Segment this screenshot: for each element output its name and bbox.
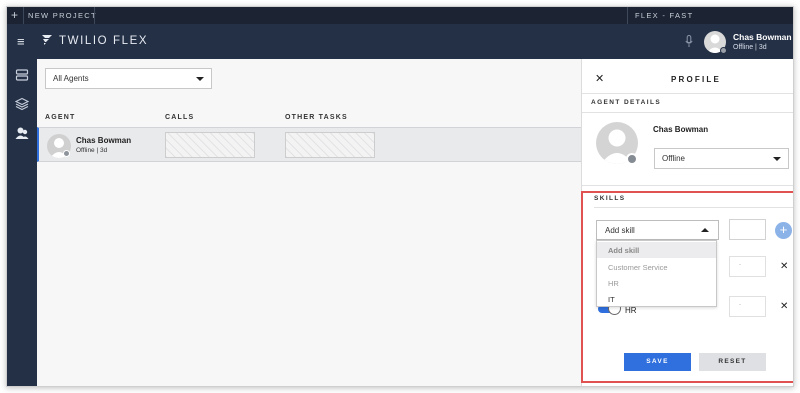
plus-icon[interactable]: +	[11, 8, 19, 22]
layers-icon[interactable]	[15, 97, 29, 111]
status-select-value: Offline	[662, 154, 685, 163]
skill-level-placeholder: -	[739, 262, 741, 268]
agent-filter-value: All Agents	[53, 74, 89, 83]
divider	[582, 112, 793, 113]
reset-button[interactable]: RESET	[699, 353, 766, 371]
skill-level-input[interactable]: -	[729, 296, 766, 317]
table-row[interactable]: Chas Bowman Offline | 3d	[37, 127, 581, 162]
dropdown-option[interactable]: Customer Service	[597, 259, 716, 275]
app-window: + NEW PROJECT FLEX - FAST ≡ TWILIO FLEX …	[6, 6, 794, 387]
caret-down-icon	[773, 157, 781, 161]
other-tasks-placeholder	[285, 132, 375, 158]
add-skill-value: Add skill	[605, 226, 635, 235]
agent-name: Chas Bowman	[76, 136, 132, 145]
skill-level-input[interactable]	[729, 219, 766, 240]
hamburger-menu-icon[interactable]: ≡	[17, 34, 25, 49]
skill-level-placeholder: -	[739, 302, 741, 308]
save-button[interactable]: SAVE	[624, 353, 691, 371]
remove-skill-icon[interactable]: ✕	[780, 301, 788, 312]
status-select[interactable]: Offline	[654, 148, 789, 169]
remove-skill-icon[interactable]: ✕	[780, 261, 788, 272]
side-nav	[7, 59, 37, 386]
main-panel: All Agents AGENT CALLS OTHER TASKS Chas …	[37, 59, 581, 386]
divider	[23, 7, 24, 24]
dropdown-option[interactable]: IT	[597, 291, 716, 307]
divider	[627, 7, 628, 24]
dropdown-option[interactable]: HR	[597, 275, 716, 291]
layers-stack-icon[interactable]	[15, 68, 29, 82]
status-dot	[626, 153, 638, 165]
user-status: Offline | 3d	[733, 44, 767, 51]
new-project-link[interactable]: NEW PROJECT	[28, 11, 97, 20]
calls-placeholder	[165, 132, 255, 158]
agent-status: Offline | 3d	[76, 147, 108, 154]
microphone-icon[interactable]	[685, 35, 693, 48]
divider	[594, 207, 793, 208]
status-dot	[63, 150, 70, 157]
profile-panel: ✕ PROFILE AGENT DETAILS Chas Bowman Offl…	[581, 59, 793, 386]
column-header-agent: AGENT	[45, 114, 76, 121]
agent-filter-select[interactable]: All Agents	[45, 68, 212, 89]
top-bar: + NEW PROJECT FLEX - FAST	[7, 7, 793, 24]
twilio-flex-logo-icon	[42, 35, 52, 45]
agents-icon[interactable]	[15, 126, 29, 140]
user-name: Chas Bowman	[733, 32, 792, 42]
dropdown-option[interactable]: Add skill	[597, 242, 716, 258]
column-header-other-tasks: OTHER TASKS	[285, 114, 348, 121]
add-skill-button[interactable]: +	[775, 222, 792, 239]
profile-title: PROFILE	[670, 75, 722, 84]
divider	[582, 93, 793, 94]
brand-title: TWILIO FLEX	[59, 35, 149, 47]
flex-fast-label[interactable]: FLEX - FAST	[635, 11, 693, 20]
divider	[94, 7, 95, 24]
caret-down-icon	[196, 77, 204, 81]
agent-details-heading: AGENT DETAILS	[591, 99, 662, 106]
status-dot	[720, 47, 727, 54]
skill-level-input[interactable]: -	[729, 256, 766, 277]
skill-dropdown-menu: Add skill Customer Service HR IT	[596, 240, 717, 307]
profile-name: Chas Bowman	[653, 125, 709, 134]
add-skill-select[interactable]: Add skill	[596, 220, 719, 240]
header-bar: ≡ TWILIO FLEX Chas Bowman Offline | 3d	[7, 24, 793, 59]
skills-heading: SKILLS	[594, 195, 626, 202]
hr-skill-label: HR	[625, 306, 637, 315]
column-header-calls: CALLS	[165, 114, 195, 121]
divider	[582, 185, 793, 186]
caret-up-icon	[701, 228, 709, 232]
